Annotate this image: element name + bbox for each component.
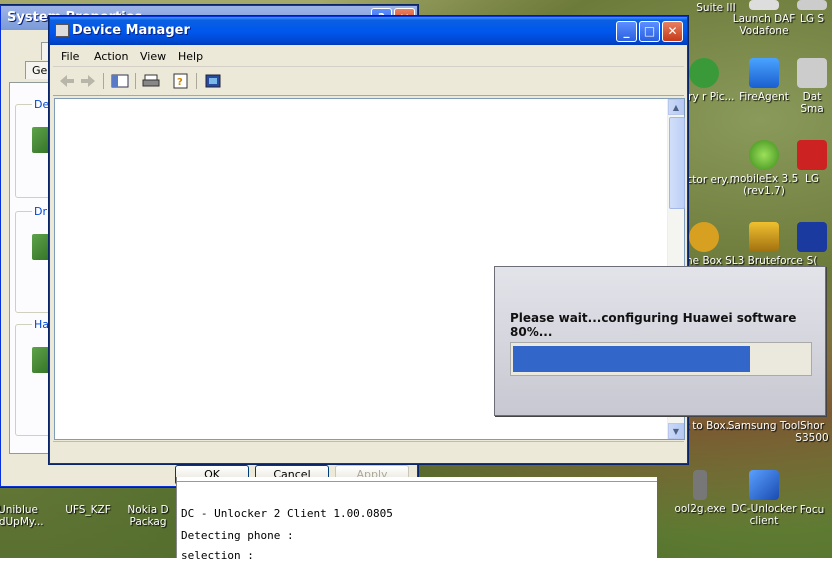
close-button[interactable]: ✕ xyxy=(662,21,683,42)
title-bar[interactable]: Device Manager _ □ ✕ xyxy=(50,17,687,45)
desktop-icon[interactable]: LG xyxy=(792,140,832,185)
app-icon xyxy=(797,140,827,170)
progress-dialog: Please wait...configuring Huawei softwar… xyxy=(494,266,826,416)
toolbar: ? xyxy=(53,67,684,96)
menu-view[interactable]: View xyxy=(140,50,166,63)
scan-hardware-icon[interactable] xyxy=(204,73,222,89)
desktop-icon-label: Shor S3500 xyxy=(795,420,829,444)
printer-icon[interactable] xyxy=(142,73,160,89)
app-icon xyxy=(749,0,779,10)
lock-icon xyxy=(749,222,779,252)
toolbar-separator xyxy=(103,73,104,89)
progress-bar xyxy=(510,342,812,376)
menu-help[interactable]: Help xyxy=(178,50,203,63)
desktop-icon-label: Dat Sma xyxy=(800,91,824,115)
unlocker-console: DC - Unlocker 2 Client 1.00.0805 Detecti… xyxy=(176,477,657,562)
progress-bar-fill xyxy=(513,346,750,372)
minimize-button[interactable]: _ xyxy=(616,21,637,42)
console-line: selection : xyxy=(181,549,254,562)
computer-icon xyxy=(55,24,69,37)
desktop-icon[interactable]: UFS_KZF xyxy=(48,486,128,516)
window-title: Device Manager xyxy=(72,23,190,38)
forward-arrow-icon[interactable] xyxy=(79,73,97,89)
desktop-icon[interactable]: Focu xyxy=(792,470,832,516)
desktop-icon[interactable]: Nokia D Packag xyxy=(118,486,178,528)
status-bar xyxy=(53,441,684,460)
menu-bar: File Action View Help xyxy=(53,46,684,67)
scroll-thumb[interactable] xyxy=(669,117,685,209)
desktop-icon-label: UFS_KZF xyxy=(65,504,111,516)
properties-help-icon[interactable]: ? xyxy=(172,73,190,89)
desktop-icon-label: Focu xyxy=(799,504,825,516)
progress-message: Please wait...configuring Huawei softwar… xyxy=(510,311,797,339)
scroll-up-arrow-icon[interactable]: ▲ xyxy=(668,99,684,115)
app-icon xyxy=(689,58,719,88)
toolbar-separator xyxy=(135,73,136,89)
app-icon xyxy=(797,58,827,88)
app-icon xyxy=(689,222,719,252)
desktop-icon-label: LG S xyxy=(800,13,824,25)
back-arrow-icon[interactable] xyxy=(58,73,76,89)
desktop-icon[interactable]: LG S xyxy=(792,0,832,25)
app-icon xyxy=(693,470,707,500)
app-icon xyxy=(797,222,827,252)
maximize-button[interactable]: □ xyxy=(639,21,660,42)
console-line: DC - Unlocker 2 Client 1.00.0805 xyxy=(181,507,393,520)
console-separator xyxy=(177,481,657,482)
menu-file[interactable]: File xyxy=(61,50,79,63)
scroll-down-arrow-icon[interactable]: ▼ xyxy=(668,423,684,439)
menu-action[interactable]: Action xyxy=(94,50,128,63)
desktop-icon-label: LG xyxy=(805,173,819,185)
toolbar-separator xyxy=(196,73,197,89)
desktop-icon[interactable]: Dat Sma xyxy=(792,58,832,115)
mobileex-icon xyxy=(749,140,779,170)
usb-key-icon xyxy=(749,470,779,500)
show-hide-console-tree-icon[interactable] xyxy=(111,73,129,89)
desktop-icon-label: Nokia D Packag xyxy=(127,504,169,528)
svg-text:?: ? xyxy=(177,77,183,88)
console-line: Detecting phone : xyxy=(181,529,294,542)
download-icon xyxy=(749,58,779,88)
app-icon xyxy=(797,0,827,10)
desktop-icon[interactable]: S( xyxy=(792,222,832,267)
